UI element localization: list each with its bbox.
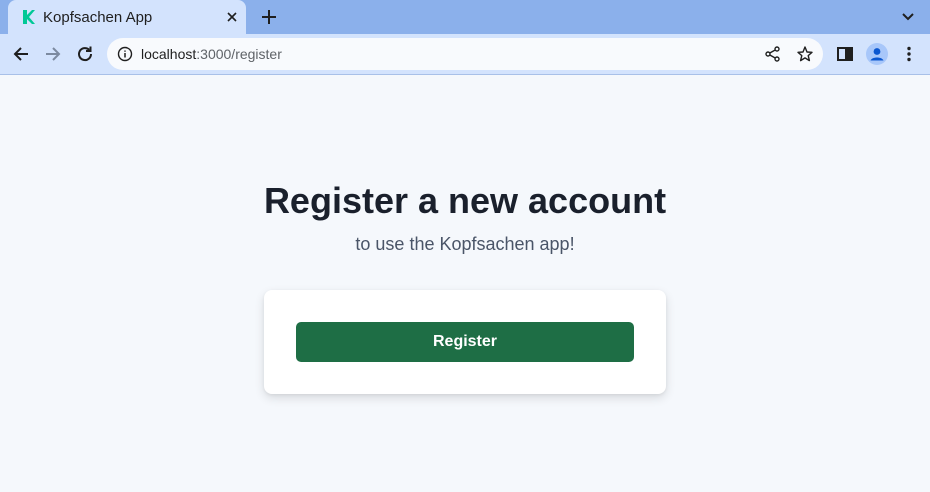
- close-icon[interactable]: [223, 8, 241, 26]
- new-tab-plus-icon[interactable]: [258, 6, 280, 28]
- more-vert-icon[interactable]: [899, 44, 919, 64]
- star-icon[interactable]: [796, 45, 814, 63]
- back-arrow-icon[interactable]: [10, 43, 32, 65]
- page-content: Register a new account to use the Kopfsa…: [0, 76, 930, 492]
- tab-strip: Kopfsachen App: [0, 0, 930, 34]
- reload-icon[interactable]: [74, 43, 96, 65]
- page-subtitle: to use the Kopfsachen app!: [355, 234, 575, 254]
- register-card: Register: [264, 290, 666, 394]
- profile-avatar-icon[interactable]: [866, 43, 888, 65]
- address-bar[interactable]: localhost:3000/register: [107, 38, 823, 70]
- side-panel-icon[interactable]: [835, 44, 855, 64]
- share-icon[interactable]: [764, 45, 782, 63]
- url-text[interactable]: localhost:3000/register: [141, 46, 282, 62]
- register-button[interactable]: Register: [296, 322, 634, 362]
- kopfsachen-logo-icon: [23, 10, 35, 24]
- page-title: Register a new account: [263, 180, 667, 221]
- browser-tab[interactable]: Kopfsachen App: [8, 0, 246, 34]
- info-icon[interactable]: [117, 46, 133, 62]
- chevron-down-icon[interactable]: [898, 8, 918, 26]
- tab-title: Kopfsachen App: [43, 9, 153, 26]
- url-path: :3000/register: [196, 46, 282, 62]
- url-host: localhost: [141, 46, 197, 62]
- forward-arrow-icon[interactable]: [42, 43, 64, 65]
- browser-toolbar: localhost:3000/register: [0, 34, 930, 75]
